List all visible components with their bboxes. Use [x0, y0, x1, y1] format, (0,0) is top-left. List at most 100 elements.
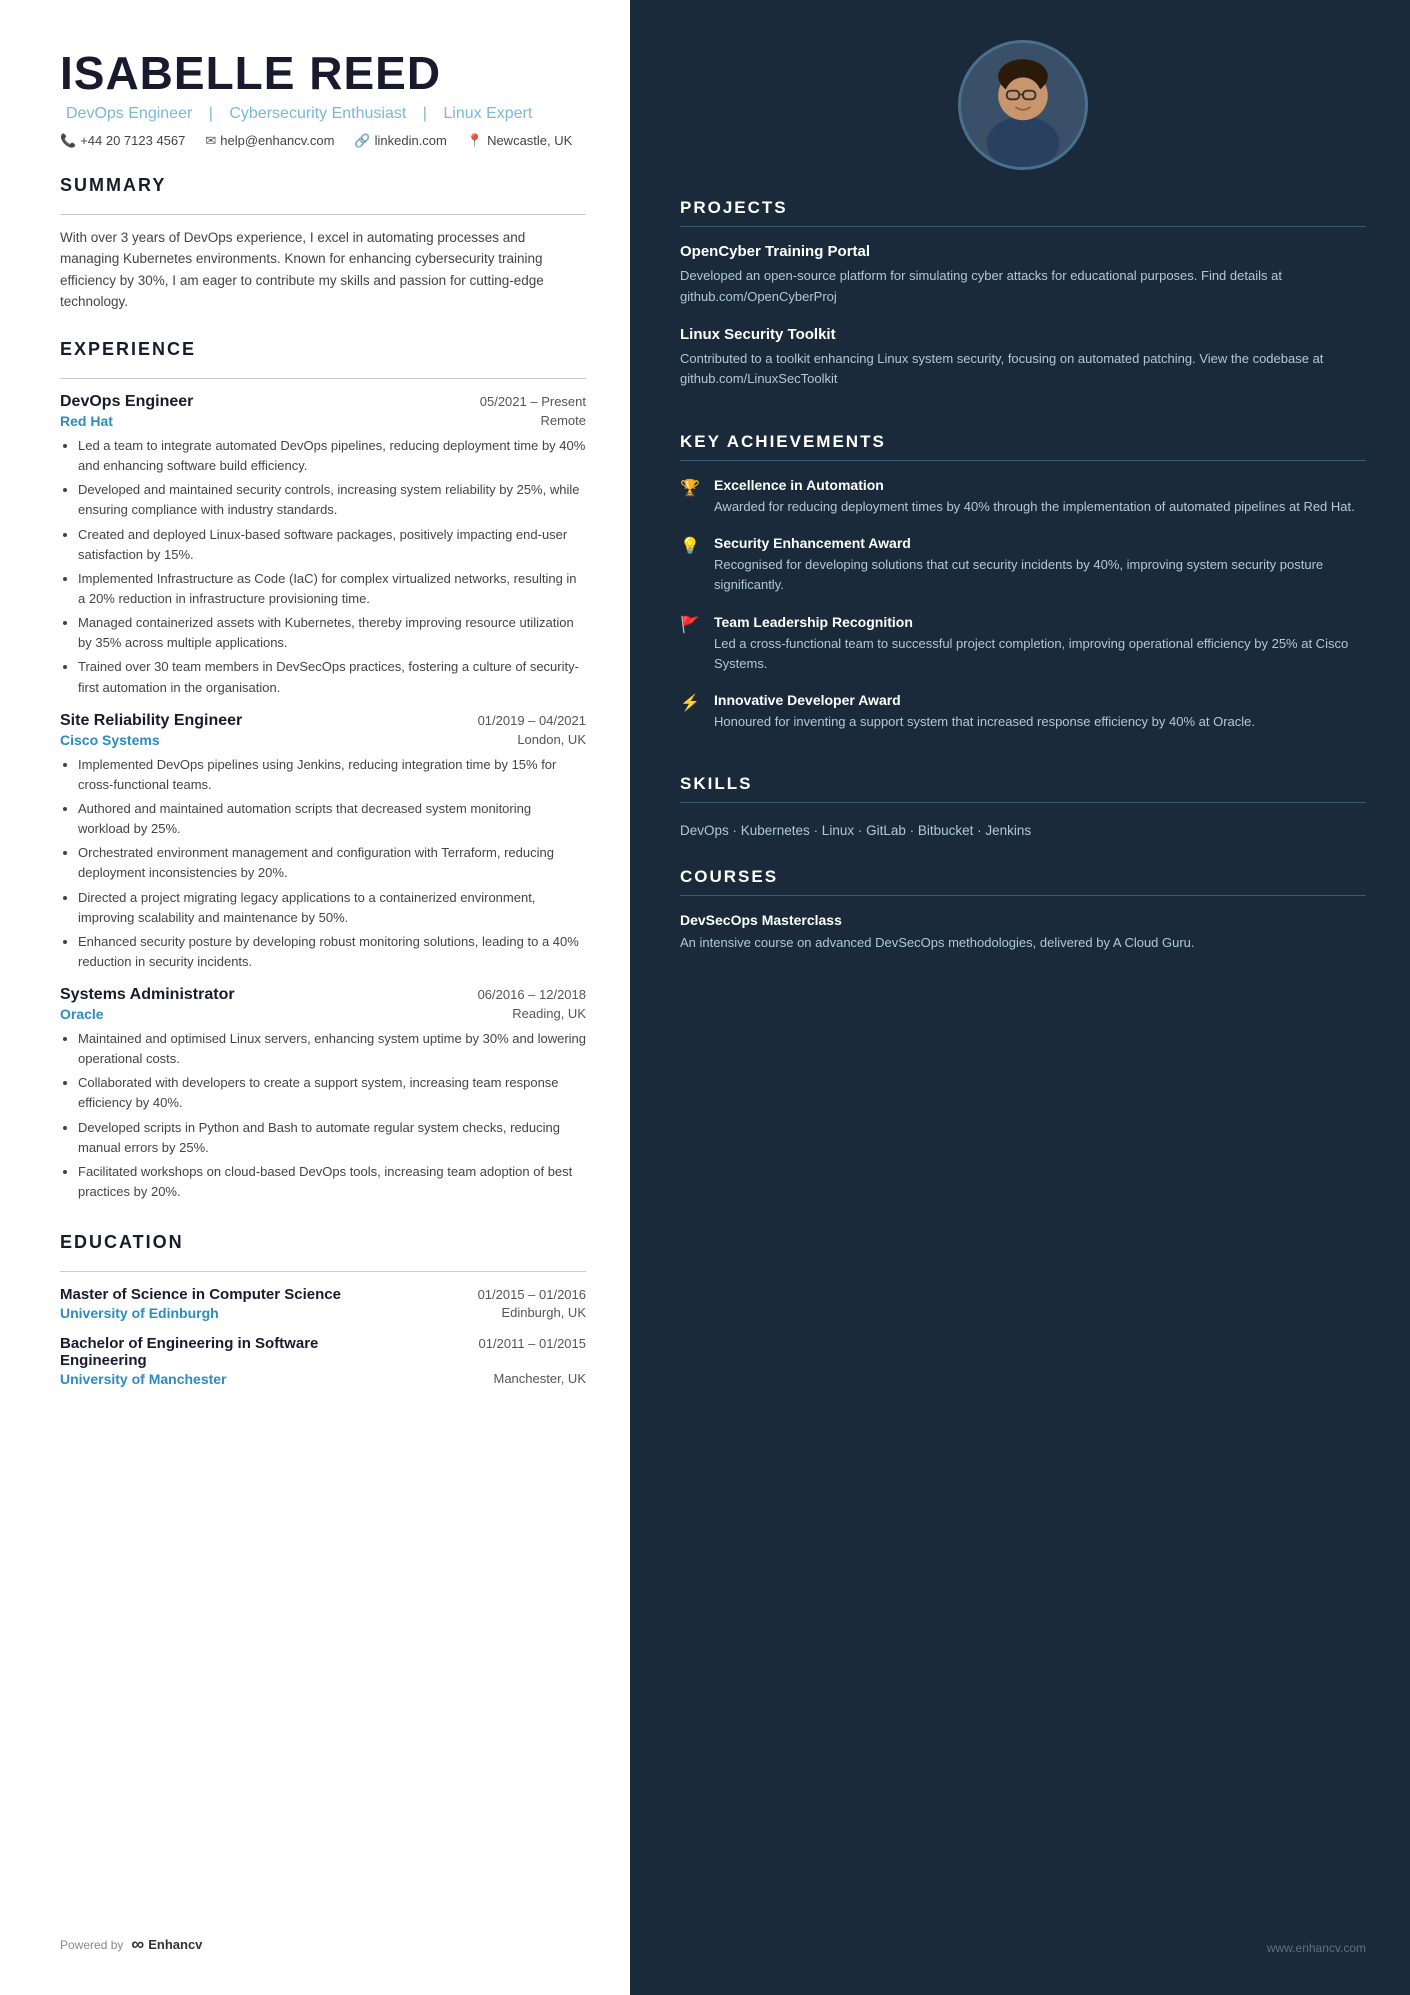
degree-2-header: Bachelor of Engineering in Software Engi… — [60, 1335, 586, 1369]
website-link: linkedin.com — [375, 133, 447, 148]
footer-right: www.enhancv.com — [680, 1911, 1366, 1955]
degree-2-location: Manchester, UK — [494, 1371, 587, 1387]
list-item: Trained over 30 team members in DevSecOp… — [78, 657, 586, 697]
list-item: Led a team to integrate automated DevOps… — [78, 436, 586, 476]
education-title: EDUCATION — [60, 1232, 586, 1253]
summary-section: SUMMARY With over 3 years of DevOps expe… — [60, 175, 586, 313]
tagline-separator-1: | — [209, 105, 218, 122]
education-section: EDUCATION Master of Science in Computer … — [60, 1232, 586, 1387]
project-2-title: Linux Security Toolkit — [680, 326, 1366, 343]
powered-by-label: Powered by — [60, 1938, 123, 1952]
degree-1-header: Master of Science in Computer Science 01… — [60, 1286, 586, 1303]
course-1: DevSecOps Masterclass An intensive cours… — [680, 912, 1366, 954]
projects-divider — [680, 226, 1366, 227]
link-icon: 🔗 — [354, 133, 370, 149]
summary-divider — [60, 214, 586, 215]
avatar-wrapper — [680, 40, 1366, 170]
degree-2-title: Bachelor of Engineering in Software Engi… — [60, 1335, 400, 1369]
courses-section: COURSES DevSecOps Masterclass An intensi… — [680, 867, 1366, 954]
tagline-part-2: Cybersecurity Enthusiast — [229, 105, 406, 122]
lightning-icon: ⚡ — [680, 693, 702, 713]
footer-website: www.enhancv.com — [1267, 1941, 1366, 1955]
job-1-title: DevOps Engineer — [60, 393, 193, 411]
list-item: Maintained and optimised Linux servers, … — [78, 1029, 586, 1069]
list-item: Implemented Infrastructure as Code (IaC)… — [78, 569, 586, 609]
experience-section: EXPERIENCE DevOps Engineer 05/2021 – Pre… — [60, 339, 586, 1206]
job-3-location: Reading, UK — [512, 1006, 586, 1022]
tagline-separator-2: | — [423, 105, 432, 122]
achievements-section: KEY ACHIEVEMENTS 🏆 Excellence in Automat… — [680, 432, 1366, 750]
job-1-header: DevOps Engineer 05/2021 – Present — [60, 393, 586, 411]
enhancv-icon: ∞ — [131, 1934, 144, 1955]
degree-2: Bachelor of Engineering in Software Engi… — [60, 1335, 586, 1387]
achievement-1-title: Excellence in Automation — [714, 477, 1355, 493]
enhancv-logo: ∞ Enhancv — [131, 1934, 202, 1955]
degree-1-university: University of Edinburgh — [60, 1305, 219, 1321]
contact-row: 📞 +44 20 7123 4567 ✉ help@enhancv.com 🔗 … — [60, 133, 586, 149]
skills-divider — [680, 802, 1366, 803]
course-1-desc: An intensive course on advanced DevSecOp… — [680, 933, 1366, 954]
degree-1-title: Master of Science in Computer Science — [60, 1286, 341, 1303]
job-1-company: Red Hat — [60, 413, 113, 429]
job-3-subrow: Oracle Reading, UK — [60, 1006, 586, 1022]
degree-1-subrow: University of Edinburgh Edinburgh, UK — [60, 1305, 586, 1321]
header-tagline: DevOps Engineer | Cybersecurity Enthusia… — [60, 105, 586, 123]
skills-text: DevOps · Kubernetes · Linux · GitLab · B… — [680, 819, 1366, 843]
brand-name: Enhancv — [148, 1937, 202, 1952]
list-item: Developed and maintained security contro… — [78, 480, 586, 520]
tagline-part-3: Linux Expert — [443, 105, 532, 122]
job-2: Site Reliability Engineer 01/2019 – 04/2… — [60, 712, 586, 972]
job-3-bullets: Maintained and optimised Linux servers, … — [60, 1029, 586, 1202]
achievement-1: 🏆 Excellence in Automation Awarded for r… — [680, 477, 1366, 517]
experience-divider — [60, 378, 586, 379]
lightbulb-icon: 💡 — [680, 536, 702, 556]
trophy-icon: 🏆 — [680, 478, 702, 498]
achievement-3-title: Team Leadership Recognition — [714, 614, 1366, 630]
list-item: Managed containerized assets with Kubern… — [78, 613, 586, 653]
contact-email: ✉ help@enhancv.com — [205, 133, 334, 149]
summary-text: With over 3 years of DevOps experience, … — [60, 227, 586, 313]
achievement-2-content: Security Enhancement Award Recognised fo… — [714, 535, 1366, 595]
achievement-2: 💡 Security Enhancement Award Recognised … — [680, 535, 1366, 595]
degree-1: Master of Science in Computer Science 01… — [60, 1286, 586, 1321]
project-2-desc: Contributed to a toolkit enhancing Linux… — [680, 349, 1366, 391]
job-2-title: Site Reliability Engineer — [60, 712, 242, 730]
degree-1-location: Edinburgh, UK — [501, 1305, 586, 1321]
job-1-bullets: Led a team to integrate automated DevOps… — [60, 436, 586, 698]
job-2-location: London, UK — [517, 732, 586, 748]
achievement-3-desc: Led a cross-functional team to successfu… — [714, 634, 1366, 674]
summary-title: SUMMARY — [60, 175, 586, 196]
job-1-location: Remote — [540, 413, 586, 429]
job-3-company: Oracle — [60, 1006, 104, 1022]
avatar — [958, 40, 1088, 170]
projects-title: PROJECTS — [680, 198, 1366, 218]
degree-1-date: 01/2015 – 01/2016 — [478, 1287, 586, 1302]
degree-2-date: 01/2011 – 01/2015 — [479, 1336, 586, 1351]
education-divider — [60, 1271, 586, 1272]
job-1-subrow: Red Hat Remote — [60, 413, 586, 429]
achievement-2-title: Security Enhancement Award — [714, 535, 1366, 551]
job-3: Systems Administrator 06/2016 – 12/2018 … — [60, 986, 586, 1202]
course-1-title: DevSecOps Masterclass — [680, 912, 1366, 928]
contact-location: 📍 Newcastle, UK — [467, 133, 572, 149]
list-item: Developed scripts in Python and Bash to … — [78, 1118, 586, 1158]
location-text: Newcastle, UK — [487, 133, 572, 148]
avatar-svg — [961, 40, 1085, 170]
project-1-desc: Developed an open-source platform for si… — [680, 266, 1366, 308]
list-item: Enhanced security posture by developing … — [78, 932, 586, 972]
resume-container: ISABELLE REED DevOps Engineer | Cybersec… — [0, 0, 1410, 1995]
list-item: Authored and maintained automation scrip… — [78, 799, 586, 839]
header-section: ISABELLE REED DevOps Engineer | Cybersec… — [60, 48, 586, 149]
job-2-bullets: Implemented DevOps pipelines using Jenki… — [60, 755, 586, 972]
skills-section: SKILLS DevOps · Kubernetes · Linux · Git… — [680, 774, 1366, 843]
projects-section: PROJECTS OpenCyber Training Portal Devel… — [680, 198, 1366, 408]
achievement-4-desc: Honoured for inventing a support system … — [714, 712, 1255, 732]
candidate-name: ISABELLE REED — [60, 48, 586, 99]
achievement-4-content: Innovative Developer Award Honoured for … — [714, 692, 1255, 732]
job-3-title: Systems Administrator — [60, 986, 235, 1004]
job-3-header: Systems Administrator 06/2016 – 12/2018 — [60, 986, 586, 1004]
job-3-date: 06/2016 – 12/2018 — [478, 987, 586, 1002]
list-item: Implemented DevOps pipelines using Jenki… — [78, 755, 586, 795]
job-2-date: 01/2019 – 04/2021 — [478, 713, 586, 728]
contact-website: 🔗 linkedin.com — [354, 133, 446, 149]
